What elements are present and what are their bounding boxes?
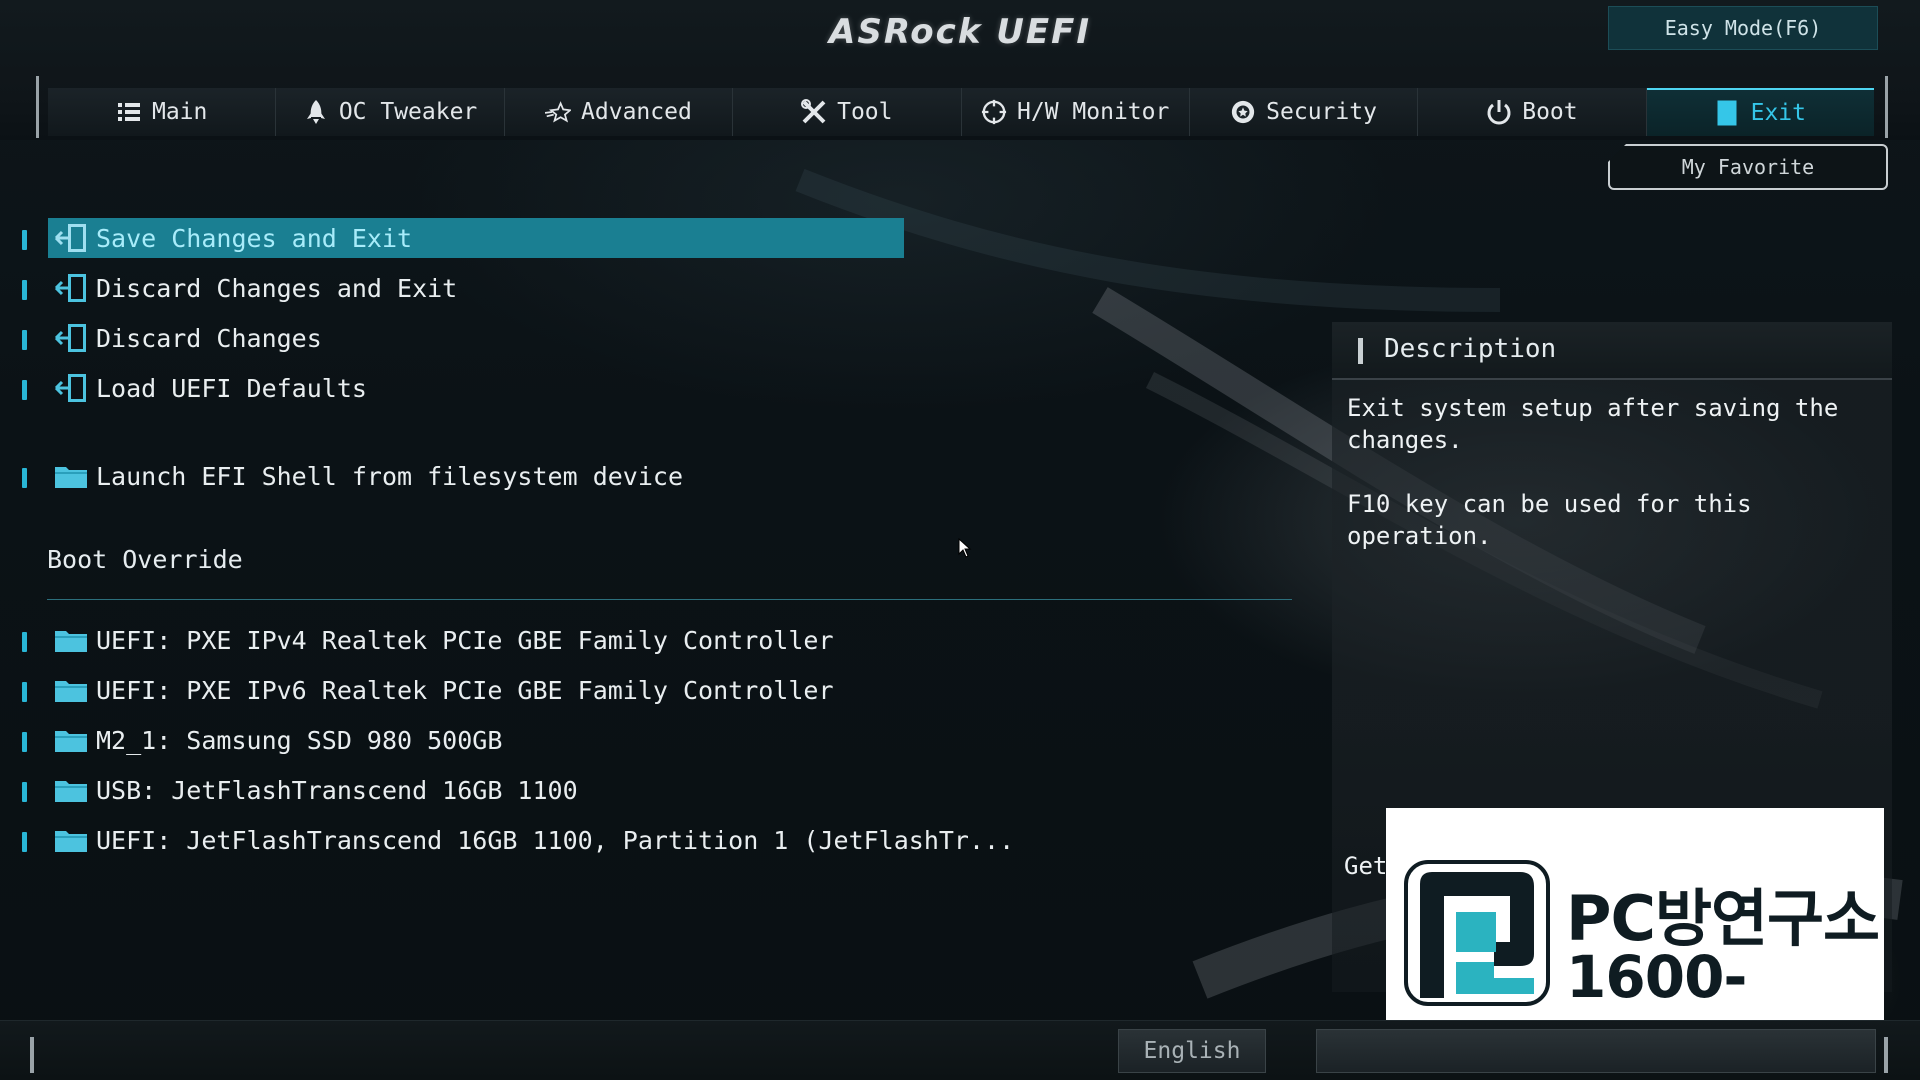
shield-icon	[1230, 99, 1256, 125]
my-favorite-button[interactable]: My Favorite	[1608, 144, 1888, 190]
mouse-cursor-icon	[958, 537, 972, 562]
menu-item-discard-changes[interactable]: Discard Changes	[0, 318, 920, 358]
tab-advanced[interactable]: Advanced	[504, 88, 734, 136]
tab-main[interactable]: Main	[48, 88, 277, 136]
main-tabs: Main OC Tweaker Advanced Tool H/W Monito…	[48, 88, 1874, 136]
item-row: UEFI: JetFlashTranscend 16GB 1100, Parti…	[48, 820, 1014, 860]
item-row: USB: JetFlashTranscend 16GB 1100	[48, 770, 904, 810]
language-button[interactable]: English	[1118, 1029, 1266, 1073]
item-row: Load UEFI Defaults	[48, 368, 904, 408]
section-divider	[47, 599, 1292, 600]
item-marker	[22, 230, 27, 250]
menu-item-save-changes-and-exit[interactable]: Save Changes and Exit	[0, 218, 920, 258]
item-marker	[22, 468, 27, 488]
tab-label: Boot	[1522, 99, 1578, 125]
description-title: Description	[1384, 334, 1557, 364]
boot-override-title: Boot Override	[47, 545, 243, 574]
item-marker	[22, 732, 27, 752]
item-marker	[22, 330, 27, 350]
star-icon	[545, 99, 572, 125]
tools-icon	[801, 99, 827, 125]
item-marker	[22, 832, 27, 852]
selection-highlight: Save Changes and Exit	[48, 218, 904, 258]
rocket-icon	[303, 99, 329, 125]
description-header: Description	[1332, 322, 1892, 380]
boot-override-item[interactable]: UEFI: PXE IPv6 Realtek PCIe GBE Family C…	[0, 670, 920, 710]
header-bar-mark	[1358, 338, 1363, 364]
item-marker	[22, 380, 27, 400]
tab-label: Tool	[837, 99, 893, 125]
tab-tool[interactable]: Tool	[733, 88, 962, 136]
exit-door-icon	[1715, 100, 1741, 126]
folder-icon	[54, 725, 88, 755]
tab-boot[interactable]: Boot	[1418, 88, 1647, 136]
tab-security[interactable]: Security	[1189, 88, 1419, 136]
item-row: Discard Changes	[48, 318, 904, 358]
item-row: Discard Changes and Exit	[48, 268, 904, 308]
menu-item-discard-changes-and-exit[interactable]: Discard Changes and Exit	[0, 268, 920, 308]
item-marker	[22, 682, 27, 702]
tab-label: Exit	[1750, 100, 1806, 126]
folder-icon	[54, 461, 88, 491]
boot-override-item[interactable]: M2_1: Samsung SSD 980 500GB	[0, 720, 920, 760]
item-row: M2_1: Samsung SSD 980 500GB	[48, 720, 904, 760]
folder-icon	[54, 625, 88, 655]
tab-label: Security	[1266, 99, 1377, 125]
boot-override-item[interactable]: USB: JetFlashTranscend 16GB 1100	[0, 770, 920, 810]
exit-arrow-icon	[54, 223, 88, 253]
footer-edge	[30, 1037, 34, 1073]
description-text: Exit system setup after saving the chang…	[1347, 394, 1839, 550]
exit-arrow-icon	[54, 273, 88, 303]
pc-logo-icon	[1402, 858, 1552, 1012]
list-icon	[116, 99, 142, 125]
item-row: UEFI: PXE IPv6 Realtek PCIe GBE Family C…	[48, 670, 904, 710]
exit-arrow-icon	[54, 323, 88, 353]
item-marker	[22, 280, 27, 300]
item-row: Launch EFI Shell from filesystem device	[48, 456, 904, 496]
folder-icon	[54, 775, 88, 805]
folder-icon	[54, 825, 88, 855]
item-marker	[22, 632, 27, 652]
header-bar: ASRock UEFI Easy Mode(F6) Main OC Tweake…	[0, 0, 1920, 140]
tab-hw-monitor[interactable]: H/W Monitor	[961, 88, 1190, 136]
datetime-display	[1316, 1029, 1876, 1073]
crosshair-icon	[981, 99, 1007, 125]
boot-override-item[interactable]: UEFI: JetFlashTranscend 16GB 1100, Parti…	[0, 820, 1014, 860]
menu-item-load-uefi-defaults[interactable]: Load UEFI Defaults	[0, 368, 920, 408]
boot-override-item[interactable]: UEFI: PXE IPv4 Realtek PCIe GBE Family C…	[0, 620, 920, 660]
description-qr-hint: Get	[1344, 852, 1388, 880]
tab-label: Main	[151, 99, 208, 125]
tab-label: OC Tweaker	[338, 99, 478, 125]
item-marker	[22, 782, 27, 802]
tab-oc-tweaker[interactable]: OC Tweaker	[276, 88, 505, 136]
power-icon	[1486, 99, 1512, 125]
easy-mode-button[interactable]: Easy Mode(F6)	[1608, 6, 1878, 50]
folder-icon	[54, 675, 88, 705]
footer-edge	[1884, 1037, 1888, 1073]
tab-exit[interactable]: Exit	[1646, 88, 1874, 136]
exit-arrow-icon	[54, 373, 88, 403]
tab-label: H/W Monitor	[1017, 99, 1170, 125]
footer-bar: English	[0, 1020, 1920, 1080]
menu-item-launch-efi-shell[interactable]: Launch EFI Shell from filesystem device	[0, 456, 920, 496]
tab-label: Advanced	[581, 99, 692, 125]
item-row: UEFI: PXE IPv4 Realtek PCIe GBE Family C…	[48, 620, 904, 660]
